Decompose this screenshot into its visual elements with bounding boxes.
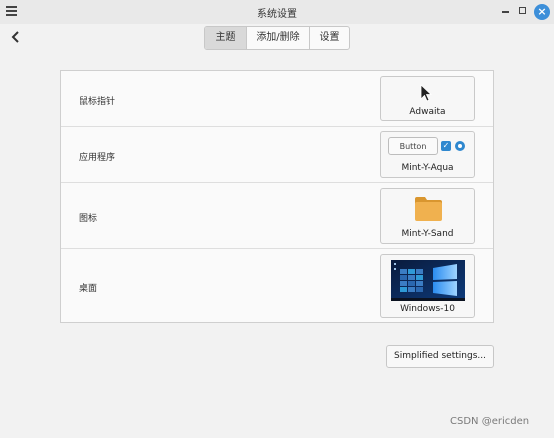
desktop-wallpaper-thumbnail	[391, 260, 465, 301]
icon-theme-value: Mint-Y-Sand	[401, 229, 454, 239]
desktop-theme-value: Windows-10	[400, 304, 455, 314]
desktop-label: 桌面	[79, 284, 98, 294]
icon-theme-chooser[interactable]: Mint-Y-Sand	[380, 188, 475, 244]
desktop-theme-chooser[interactable]: Windows-10	[380, 254, 475, 318]
chevron-left-icon	[11, 31, 19, 43]
cursor-theme-value: Adwaita	[409, 107, 446, 117]
theme-settings-panel: 鼠标指针 Adwaita 应用程序 Button ✓ Mint-Y-Aqua 图…	[60, 70, 494, 323]
tab-theme[interactable]: 主题	[205, 27, 247, 49]
folder-icon	[415, 197, 442, 221]
checkbox-checked-icon: ✓	[441, 141, 451, 151]
tab-bar: 主题 添加/删除 设置	[204, 26, 350, 50]
settings-row-desktop: 桌面 Windows-10	[61, 249, 493, 322]
title-bar: 系统设置 ×	[0, 0, 554, 24]
icons-label: 图标	[79, 214, 98, 224]
maximize-icon[interactable]	[519, 7, 526, 14]
cursor-theme-chooser[interactable]: Adwaita	[380, 76, 475, 121]
applications-label: 应用程序	[79, 153, 116, 163]
window-title: 系统设置	[257, 9, 297, 20]
cursor-arrow-icon	[420, 84, 432, 102]
preview-button: Button	[388, 137, 438, 155]
watermark: CSDN @ericden	[450, 416, 530, 427]
settings-row-cursor: 鼠标指针 Adwaita	[61, 71, 493, 127]
tab-add-remove[interactable]: 添加/删除	[247, 27, 310, 49]
close-icon[interactable]: ×	[534, 4, 550, 20]
settings-row-icons: 图标 Mint-Y-Sand	[61, 183, 493, 249]
application-theme-value: Mint-Y-Aqua	[401, 163, 454, 173]
simplified-settings-button[interactable]: Simplified settings...	[386, 345, 494, 368]
settings-row-applications: 应用程序 Button ✓ Mint-Y-Aqua	[61, 127, 493, 183]
application-theme-chooser[interactable]: Button ✓ Mint-Y-Aqua	[380, 131, 475, 178]
minimize-icon[interactable]	[502, 11, 509, 13]
tab-settings[interactable]: 设置	[310, 27, 349, 49]
cursor-label: 鼠标指针	[79, 97, 116, 107]
radio-selected-icon	[455, 141, 465, 151]
back-button[interactable]	[8, 29, 24, 45]
